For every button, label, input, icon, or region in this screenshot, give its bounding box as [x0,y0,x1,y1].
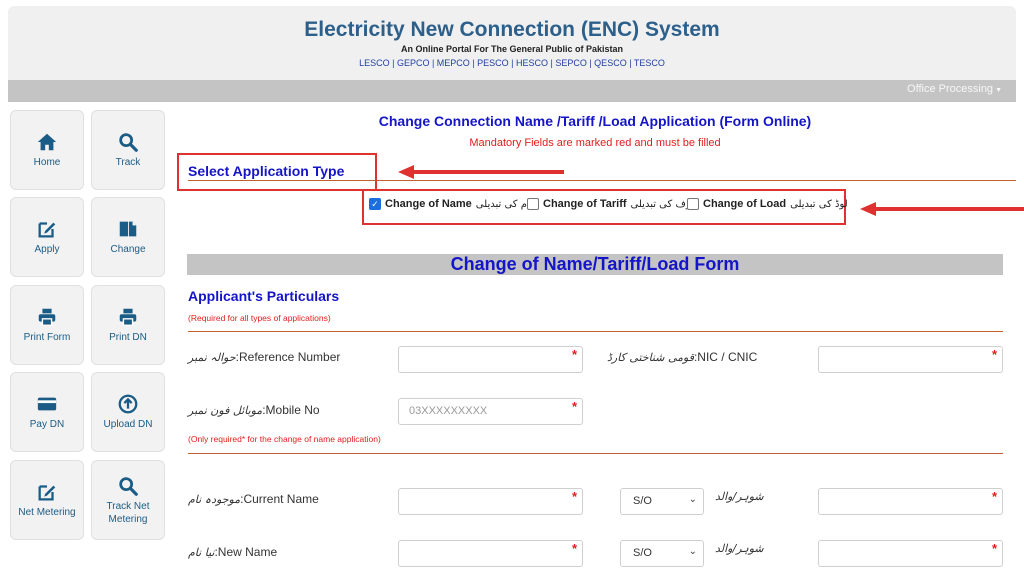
sidebar-tile-home[interactable]: Home [10,110,84,190]
sidebar-tile-track[interactable]: Track [91,110,165,190]
office-processing-menu[interactable]: Office Processing ▼ [907,83,1002,95]
checkbox-checked[interactable]: ✓ [369,198,381,210]
required-star: * [991,347,997,362]
sidebar-tile-print-form[interactable]: Print Form [10,285,84,365]
required-star: * [571,347,577,362]
required-star: * [571,489,577,504]
option-change-of-load[interactable]: Change of Load لوڈ کی تبدیلی [687,198,848,210]
edit-icon [38,485,56,501]
checkbox[interactable] [527,198,539,210]
caret-down-icon: ▼ [995,87,1002,94]
cnic-input[interactable]: * [818,346,1003,373]
company-links[interactable]: LESCO | GEPCO | MEPCO | PESCO | HESCO | … [8,58,1016,68]
checkbox[interactable] [687,198,699,210]
arrow-left-icon [860,202,1024,216]
reference-label: حوالہ نمبر:Reference Number [188,350,341,364]
divider [188,331,1003,332]
arrow-left-icon [398,165,564,179]
search-icon [119,477,138,496]
form-banner: Change of Name/Tariff/Load Form [187,254,1003,275]
current-name-input[interactable]: * [398,488,583,515]
tile-label: Change [110,244,146,255]
sidebar-tile-net-metering[interactable]: Net Metering [10,460,84,540]
section-note: (Required for all types of applications) [188,313,331,323]
site-subtitle: An Online Portal For The General Public … [400,44,624,54]
tile-label: Print Form [23,332,71,343]
printer-icon [119,308,137,326]
sidebar-tile-track-net-metering[interactable]: Track Net Metering [91,460,165,540]
mobile-input[interactable]: 03XXXXXXXXX * [398,398,583,425]
edit-icon [38,222,56,238]
tile-label: Track Net Metering [106,501,150,525]
sidebar-tile-pay-dn[interactable]: Pay DN [10,372,84,452]
name-note: (Only required* for the change of name a… [188,434,381,444]
divider [188,453,1003,454]
chevron-down-icon: ⌄ [688,494,697,505]
select-type-label: Select Application Type [188,163,345,179]
printer-icon [38,308,56,326]
site-title: Electricity New Connection (ENC) System [304,18,720,41]
sidebar-tile-apply[interactable]: Apply [10,197,84,277]
relation-select[interactable]: S/O ⌄ [620,540,704,567]
tile-label: Print DN [109,332,147,343]
chevron-down-icon: ⌄ [688,546,697,557]
reference-number-input[interactable]: * [398,346,583,373]
cnic-label: قومی شناختی کارڈ:NIC / CNIC [607,350,758,364]
sidebar-tile-upload-dn[interactable]: Upload DN [91,372,165,452]
tile-label: Net Metering [18,507,76,518]
upload-icon [118,394,138,414]
mobile-label: موبائل فون نمبر:Mobile No [188,403,320,417]
tile-label: Track [115,157,141,168]
card-icon [37,397,57,411]
new-name-input[interactable]: * [398,540,583,567]
current-name-label: موجودہ نام:Current Name [188,492,319,506]
tile-label: Upload DN [103,419,153,430]
father-name-input[interactable]: * [818,488,1003,515]
sidebar-tile-print-dn[interactable]: Print DN [91,285,165,365]
tile-label: Pay DN [29,419,65,430]
sidebar-tile-change[interactable]: Change [91,197,165,277]
search-icon [119,133,138,152]
divider [188,180,1016,181]
required-star: * [991,541,997,556]
required-star: * [991,489,997,504]
father-name-input[interactable]: * [818,540,1003,567]
new-name-label: نیا نام:New Name [188,545,278,559]
form-title: Change Connection Name /Tariff /Load App… [378,113,812,129]
father-label: شوہر/والد [715,542,764,555]
navbar: Office Processing ▼ [8,80,1016,102]
home-icon [37,133,57,151]
option-change-of-tariff[interactable]: Change of Tariff ٹیرف کی تبدیلی [527,198,697,210]
relation-select[interactable]: S/O ⌄ [620,488,704,515]
tile-label: Apply [34,244,60,255]
father-label: شوہر/والد [715,490,764,503]
mandatory-note: Mandatory Fields are marked red and must… [469,137,721,149]
copy-icon [119,221,137,237]
required-star: * [571,541,577,556]
tile-label: Home [33,157,61,168]
option-change-of-name[interactable]: ✓ Change of Name نام کی تبدیلی [369,198,533,210]
required-star: * [571,399,577,414]
site-header: Electricity New Connection (ENC) System … [8,6,1016,80]
section-title: Applicant's Particulars [188,288,340,304]
